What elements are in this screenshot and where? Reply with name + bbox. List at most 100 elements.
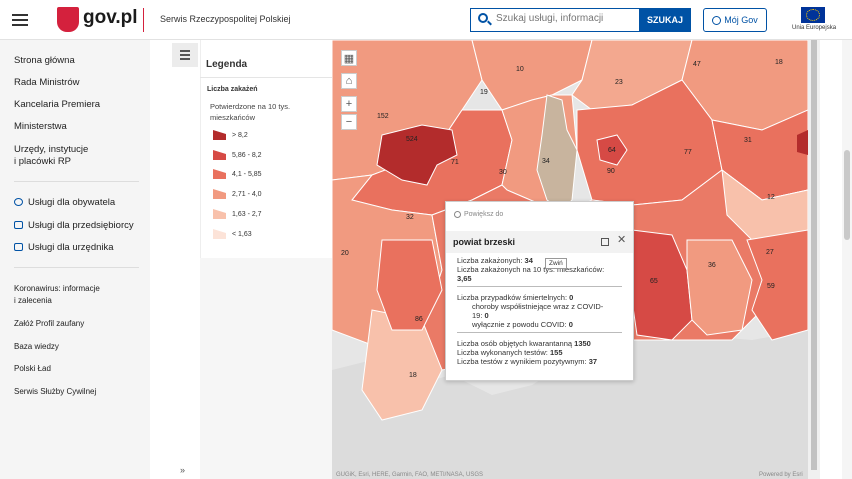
nav-item-chancellery[interactable]: Kancelaria Premiera xyxy=(14,99,100,110)
popup-line-cases: Liczba zakażonych: 34 xyxy=(457,256,533,265)
user-icon xyxy=(712,15,722,25)
zoom-icon xyxy=(454,211,461,218)
nav-item-council-of-ministers[interactable]: Rada Ministrów xyxy=(14,77,79,88)
legend-swatch xyxy=(213,150,226,160)
nav-link-trusted-profile[interactable]: Załóż Profil zaufany xyxy=(14,319,84,328)
zoom-in-button[interactable]: + xyxy=(341,96,357,112)
legend-class-label: < 1,63 xyxy=(232,230,252,238)
site-logo-text[interactable]: gov.pl xyxy=(83,7,138,29)
map-label: 20 xyxy=(341,250,349,257)
legend-class-label: 1,63 - 2,7 xyxy=(232,210,262,218)
legend-class: 5,86 - 8,2 xyxy=(213,149,262,161)
map-label: 34 xyxy=(542,158,550,165)
legend-class: < 1,63 xyxy=(213,228,252,240)
legend-subtitle: Liczba zakażeń xyxy=(207,86,258,93)
citizen-icon xyxy=(14,198,23,206)
legend-swatch xyxy=(213,189,226,199)
map-label: 65 xyxy=(650,278,658,285)
map-label: 86 xyxy=(415,316,423,323)
legend-class: 4,1 - 5,85 xyxy=(213,168,262,180)
powered-by-esri[interactable]: Powered by Esri xyxy=(759,472,803,478)
zoom-to-link[interactable]: Powiększ do xyxy=(454,211,503,218)
legend-swatch xyxy=(213,209,226,219)
search-button[interactable]: SZUKAJ xyxy=(639,8,691,32)
search-input[interactable] xyxy=(496,13,636,24)
map-label: 71 xyxy=(451,159,459,166)
legend-class: > 8,2 xyxy=(213,129,248,141)
my-gov-label: Mój Gov xyxy=(724,15,758,25)
popup-line-comorbidities: choroby współistniejące wraz z COVID- xyxy=(472,302,604,311)
map-label: 152 xyxy=(377,113,389,120)
map-attribution: GUGiK, Esri, HERE, Garmin, FAO, METI/NAS… xyxy=(336,472,484,478)
legend-class-label: > 8,2 xyxy=(232,131,248,139)
popup-divider xyxy=(457,332,622,333)
poland-eagle-logo-icon[interactable] xyxy=(57,7,79,32)
popup-line-positive: Liczba testów z wynikiem pozytywnym: 37 xyxy=(457,357,598,366)
legend-divider xyxy=(200,77,332,78)
map-label: 18 xyxy=(409,372,417,379)
popup-line-per10k: Liczba zakażonych na 10 tys. mieszkańców… xyxy=(457,265,605,274)
nav-item-citizen-services[interactable]: Usługi dla obywatela xyxy=(28,197,115,208)
popup-line-quarantine: Liczba osób objętych kwarantanną 1350 xyxy=(457,339,591,348)
briefcase-icon xyxy=(14,221,23,229)
map-label: 90 xyxy=(607,168,615,175)
map-label: 36 xyxy=(708,262,716,269)
panel-empty-area xyxy=(200,258,332,479)
tooltip: Zwiń xyxy=(545,258,567,269)
map-label: 10 xyxy=(516,66,524,73)
nav-link-coronavirus[interactable]: Koronawirus: informacje xyxy=(14,284,100,293)
legend-class-label: 2,71 - 4,0 xyxy=(232,190,262,198)
map-label: 27 xyxy=(766,249,774,256)
nav-item-offices-line2[interactable]: i placówki RP xyxy=(14,156,71,167)
nav-item-official-services[interactable]: Usługi dla urzędnika xyxy=(28,242,114,253)
dock-icon[interactable] xyxy=(601,238,609,246)
nav-divider xyxy=(14,267,139,268)
eu-label: Unia Europejska xyxy=(792,25,837,31)
legend-list-icon[interactable] xyxy=(172,43,198,67)
eu-flag-icon xyxy=(801,7,825,23)
page-scrollbar-thumb[interactable] xyxy=(844,150,850,240)
nav-divider xyxy=(14,181,139,182)
legend-swatch xyxy=(213,229,226,239)
nav-item-offices[interactable]: Urzędy, instytucje xyxy=(14,144,88,155)
legend-swatch xyxy=(213,130,226,140)
home-icon[interactable]: ⌂ xyxy=(341,73,357,89)
zoom-out-button[interactable]: − xyxy=(341,114,357,130)
map-label: 30 xyxy=(499,169,507,176)
my-gov-button[interactable]: Mój Gov xyxy=(703,8,767,32)
header-divider xyxy=(143,8,144,32)
popup-line-tests: Liczba wykonanych testów: 155 xyxy=(457,348,563,357)
map-label: 19 xyxy=(480,89,488,96)
basemap-icon[interactable]: ▦ xyxy=(341,50,357,66)
zoom-to-label: Powiększ do xyxy=(464,211,504,218)
legend-swatch xyxy=(213,169,226,179)
page-scrollbar[interactable] xyxy=(842,40,852,479)
legend-class: 1,63 - 2,7 xyxy=(213,208,262,220)
map-scrollbar-thumb[interactable] xyxy=(811,40,817,470)
legend-description: Potwierdzone na 10 tys. mieszkańców xyxy=(210,102,291,122)
map-label: 524 xyxy=(406,136,418,143)
map-label: 47 xyxy=(693,61,701,68)
nav-item-ministries[interactable]: Ministerstwa xyxy=(14,121,67,132)
legend-class: 2,71 - 4,0 xyxy=(213,188,262,200)
nav-link-civil-service[interactable]: Serwis Służby Cywilnej xyxy=(14,387,96,396)
nav-link-polski-lad[interactable]: Polski Ład xyxy=(14,364,51,373)
popup-line-per10k-value: 3,65 xyxy=(457,274,472,283)
legend-title: Legenda xyxy=(206,59,248,70)
nav-item-business-services[interactable]: Usługi dla przedsiębiorcy xyxy=(28,220,134,231)
legend-class-label: 4,1 - 5,85 xyxy=(232,170,262,178)
nav-item-home[interactable]: Strona główna xyxy=(14,55,75,66)
collapse-panel-icon[interactable]: » xyxy=(180,465,185,475)
nav-link-coronavirus-line2[interactable]: i zalecenia xyxy=(14,296,52,305)
map-label: 31 xyxy=(744,137,752,144)
popup-line-comorbidities-2: 19: 0 xyxy=(472,311,489,320)
hamburger-menu-icon[interactable] xyxy=(12,14,28,26)
map-label: 18 xyxy=(775,59,783,66)
close-icon[interactable]: ✕ xyxy=(617,235,626,246)
legend-class-label: 5,86 - 8,2 xyxy=(232,151,262,159)
nav-link-knowledge-base[interactable]: Baza wiedzy xyxy=(14,342,59,351)
map-label: 77 xyxy=(684,149,692,156)
map-label: 32 xyxy=(406,214,414,221)
map-label: 12 xyxy=(767,194,775,201)
popup-title: powiat brzeski xyxy=(453,237,516,247)
